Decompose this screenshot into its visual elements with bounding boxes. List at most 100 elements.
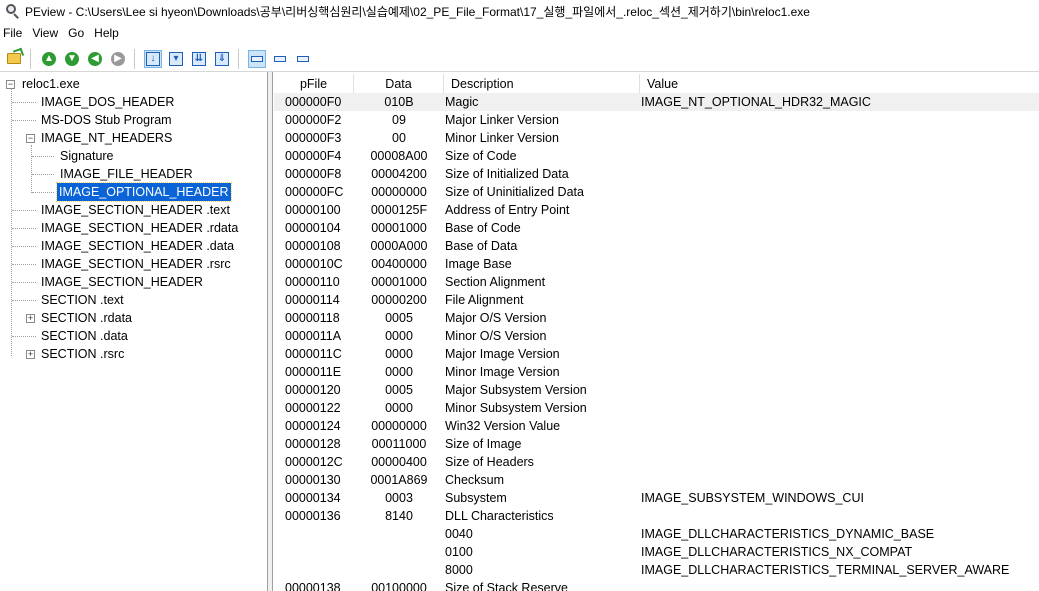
cell-data: 00000000	[371, 419, 427, 433]
expand-icon[interactable]: +	[26, 314, 35, 323]
go-back-button[interactable]: ◀	[86, 50, 104, 68]
tree-node-signature[interactable]: Signature	[58, 147, 116, 165]
tree-node-section-data[interactable]: SECTION .data	[39, 327, 130, 345]
cell-pfile: 00000124	[285, 419, 341, 433]
cell-data: 00000200	[371, 293, 427, 307]
table-row[interactable]: 000000F4 00008A00 Size of Code	[274, 147, 1039, 165]
table-row[interactable]: 0000010C 00400000 Image Base	[274, 255, 1039, 273]
table-row[interactable]: 00000136 8140 DLL Characteristics	[274, 507, 1039, 525]
column-header-description[interactable]: Description	[444, 74, 640, 94]
menu-help[interactable]: Help	[90, 26, 125, 40]
table-row[interactable]: 8000 IMAGE_DLLCHARACTERISTICS_TERMINAL_SE…	[274, 561, 1039, 579]
cell-value: IMAGE_DLLCHARACTERISTICS_DYNAMIC_BASE	[641, 527, 935, 541]
tree-node-optional-header[interactable]: IMAGE_OPTIONAL_HEADER	[56, 182, 232, 202]
menu-go[interactable]: Go	[64, 26, 90, 40]
go-up-button[interactable]: ▲	[40, 50, 58, 68]
cell-data: 00004200	[371, 167, 427, 181]
cell-description: Major Linker Version	[445, 113, 559, 127]
menu-file[interactable]: File	[0, 26, 28, 40]
tree-line	[12, 246, 36, 247]
view-ascii-button[interactable]	[248, 49, 266, 68]
table-row[interactable]: 00000100 0000125F Address of Entry Point	[274, 201, 1039, 219]
table-row[interactable]: 00000128 00011000 Size of Image	[274, 435, 1039, 453]
cell-data: 00001000	[371, 221, 427, 235]
tree-node-file-header[interactable]: IMAGE_FILE_HEADER	[58, 165, 195, 183]
cell-description: Size of Initialized Data	[445, 167, 569, 181]
tree-node-dos-header[interactable]: IMAGE_DOS_HEADER	[39, 93, 176, 111]
cell-description: File Alignment	[445, 293, 524, 307]
cell-data: 09	[392, 113, 406, 127]
view-dec-button[interactable]	[294, 50, 312, 68]
menu-view[interactable]: View	[28, 26, 64, 40]
tree-node-section-rdata[interactable]: SECTION .rdata	[39, 309, 134, 327]
go-forward-button[interactable]: ▶	[109, 50, 127, 68]
table-row[interactable]: 00000108 0000A000 Base of Data	[274, 237, 1039, 255]
column-header-pfile[interactable]: pFile	[274, 74, 354, 94]
table-row[interactable]: 000000FC 00000000 Size of Uninitialized Da…	[274, 183, 1039, 201]
table-row[interactable]: 00000114 00000200 File Alignment	[274, 291, 1039, 309]
table-row[interactable]: 00000118 0005 Major O/S Version	[274, 309, 1039, 327]
column-header-value[interactable]: Value	[640, 74, 1039, 94]
go-down-button[interactable]: ▼	[63, 50, 81, 68]
table-row[interactable]: 000000F2 09 Major Linker Version	[274, 111, 1039, 129]
collapse-icon[interactable]: −	[6, 80, 15, 89]
cell-data: 00100000	[371, 581, 427, 591]
table-row[interactable]: 00000138 00100000 Size of Stack Reserve	[274, 579, 1039, 591]
tree-line	[12, 120, 36, 121]
tree-node-section-header-rdata[interactable]: IMAGE_SECTION_HEADER .rdata	[39, 219, 240, 237]
table-row[interactable]: 000000F3 00 Minor Linker Version	[274, 129, 1039, 147]
view-byte-icon: ↓	[146, 51, 160, 66]
table-row[interactable]: 0000012C 00000400 Size of Headers	[274, 453, 1039, 471]
cell-description: Checksum	[445, 473, 505, 487]
cell-pfile: 0000010C	[285, 257, 343, 271]
tree-node-section-header-rsrc[interactable]: IMAGE_SECTION_HEADER .rsrc	[39, 255, 233, 273]
collapse-icon[interactable]: −	[26, 134, 35, 143]
pane-splitter[interactable]	[268, 72, 273, 591]
cell-data: 00000400	[371, 455, 427, 469]
tree-node-root[interactable]: reloc1.exe	[20, 75, 82, 93]
view-word-button[interactable]: ▾	[167, 50, 185, 68]
table-row[interactable]: 00000110 00001000 Section Alignment	[274, 273, 1039, 291]
cell-description: Size of Headers	[445, 455, 534, 469]
tree-node-nt-headers[interactable]: IMAGE_NT_HEADERS	[39, 129, 174, 147]
go-up-icon: ▲	[42, 51, 56, 66]
expand-icon[interactable]: +	[26, 350, 35, 359]
cell-data: 0005	[385, 383, 413, 397]
table-row[interactable]: 000000F0 010B Magic IMAGE_NT_OPTIONAL_HDR32…	[274, 93, 1039, 111]
table-row[interactable]: 0040 IMAGE_DLLCHARACTERISTICS_DYNAMIC_BAS…	[274, 525, 1039, 543]
table-row[interactable]: 00000134 0003 Subsystem IMAGE_SUBSYSTEM_WIN…	[274, 489, 1039, 507]
tree-node-section-header[interactable]: IMAGE_SECTION_HEADER	[39, 273, 205, 291]
tree-line	[11, 86, 12, 356]
table-row[interactable]: 00000124 00000000 Win32 Version Value	[274, 417, 1039, 435]
table-row[interactable]: 00000120 0005 Major Subsystem Version	[274, 381, 1039, 399]
open-file-button[interactable]	[5, 50, 23, 68]
view-qword-button[interactable]: ⇓	[213, 50, 231, 68]
view-byte-button[interactable]: ↓	[144, 49, 162, 68]
table-row[interactable]: 0100 IMAGE_DLLCHARACTERISTICS_NX_COMPAT	[274, 543, 1039, 561]
table-row[interactable]: 00000130 0001A869 Checksum	[274, 471, 1039, 489]
table-row[interactable]: 000000F8 00004200 Size of Initialized Data	[274, 165, 1039, 183]
table-row[interactable]: 00000122 0000 Minor Subsystem Version	[274, 399, 1039, 417]
cell-data: 8140	[385, 509, 413, 523]
view-hex-button[interactable]	[271, 50, 289, 68]
table-row[interactable]: 0000011C 0000 Major Image Version	[274, 345, 1039, 363]
view-dword-button[interactable]: ⇊	[190, 50, 208, 68]
table-row[interactable]: 0000011E 0000 Minor Image Version	[274, 363, 1039, 381]
cell-description: Size of Stack Reserve	[445, 581, 568, 591]
tree-node-section-header-data[interactable]: IMAGE_SECTION_HEADER .data	[39, 237, 236, 255]
cell-description: Major Subsystem Version	[445, 383, 587, 397]
tree-node-dos-stub[interactable]: MS-DOS Stub Program	[39, 111, 174, 129]
table-row[interactable]: 00000104 00001000 Base of Code	[274, 219, 1039, 237]
go-down-icon: ▼	[65, 51, 79, 66]
tree-node-section-header-text[interactable]: IMAGE_SECTION_HEADER .text	[39, 201, 232, 219]
cell-description: Base of Code	[445, 221, 521, 235]
tree-pane: − reloc1.exe IMAGE_DOS_HEADER MS-DOS Stu…	[0, 72, 268, 591]
tree-node-section-text[interactable]: SECTION .text	[39, 291, 126, 309]
cell-pfile: 00000128	[285, 437, 341, 451]
tree-line	[32, 174, 54, 175]
tree-line	[12, 264, 36, 265]
tree-node-section-rsrc[interactable]: SECTION .rsrc	[39, 345, 126, 363]
cell-data: 0000125F	[370, 203, 428, 217]
table-row[interactable]: 0000011A 0000 Minor O/S Version	[274, 327, 1039, 345]
column-header-data[interactable]: Data	[354, 74, 444, 94]
